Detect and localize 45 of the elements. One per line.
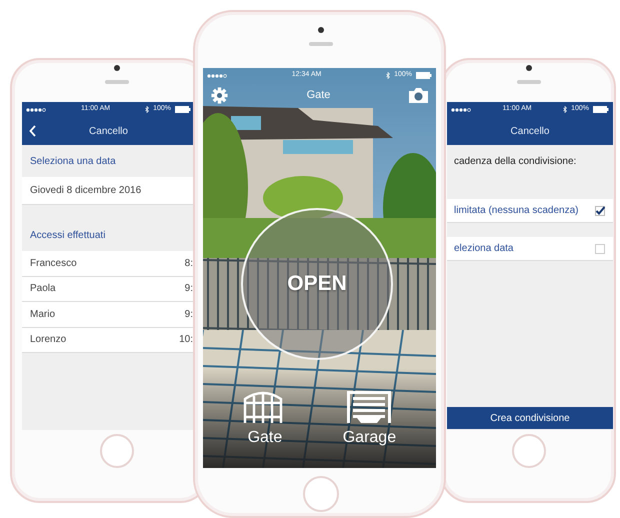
checkbox-checked[interactable] [595, 206, 605, 216]
person-name: Mario [30, 308, 56, 322]
option-label: limitata (nessuna scadenza) [454, 204, 579, 218]
device-button[interactable]: Gate [242, 391, 287, 450]
access-time: 9: [184, 308, 193, 322]
camera-lens [318, 27, 324, 33]
garage-door-icon [347, 391, 392, 424]
section-header: Seleziona una data [30, 155, 116, 169]
speaker-slot [309, 42, 333, 46]
section-header: Accessi effettuati [30, 229, 106, 243]
home-button[interactable] [100, 434, 134, 468]
settings-icon[interactable] [211, 86, 228, 104]
home-button[interactable] [303, 476, 339, 512]
signal-icon [451, 108, 471, 112]
open-button[interactable]: OPEN [241, 208, 393, 360]
bluetooth-icon [145, 106, 150, 113]
nav-title: Cancello [510, 124, 550, 138]
battery-icon [175, 106, 191, 113]
access-time: 8: [184, 256, 193, 271]
screen-title: Gate [306, 88, 330, 103]
checkbox-empty[interactable] [595, 244, 605, 254]
speaker-slot [105, 80, 129, 84]
camera-lens [526, 65, 532, 71]
camera-lens [114, 65, 120, 71]
person-name: Francesco [30, 256, 77, 271]
bluetooth-icon [563, 106, 568, 113]
nav-title: Cancello [89, 124, 128, 138]
device-button[interactable]: Garage [342, 391, 396, 450]
signal-icon [207, 74, 227, 78]
signal-icon [26, 108, 46, 112]
option-label: eleziona data [454, 242, 514, 256]
create-share-button[interactable]: Crea condivisione [447, 407, 613, 429]
battery-icon [593, 106, 609, 113]
access-time: 10: [179, 333, 193, 348]
access-time: 9: [184, 282, 193, 296]
battery-icon [416, 72, 432, 79]
back-icon [29, 125, 36, 137]
bluetooth-icon [386, 72, 390, 79]
person-name: Lorenzo [30, 333, 66, 348]
camera-icon[interactable] [408, 88, 428, 102]
speaker-slot [517, 80, 541, 84]
date-value: Giovedi 8 dicembre 2016 [30, 184, 142, 198]
prompt-text: cadenza della condivisione: [454, 154, 576, 168]
person-name: Paola [30, 282, 56, 296]
home-button[interactable] [512, 434, 546, 468]
